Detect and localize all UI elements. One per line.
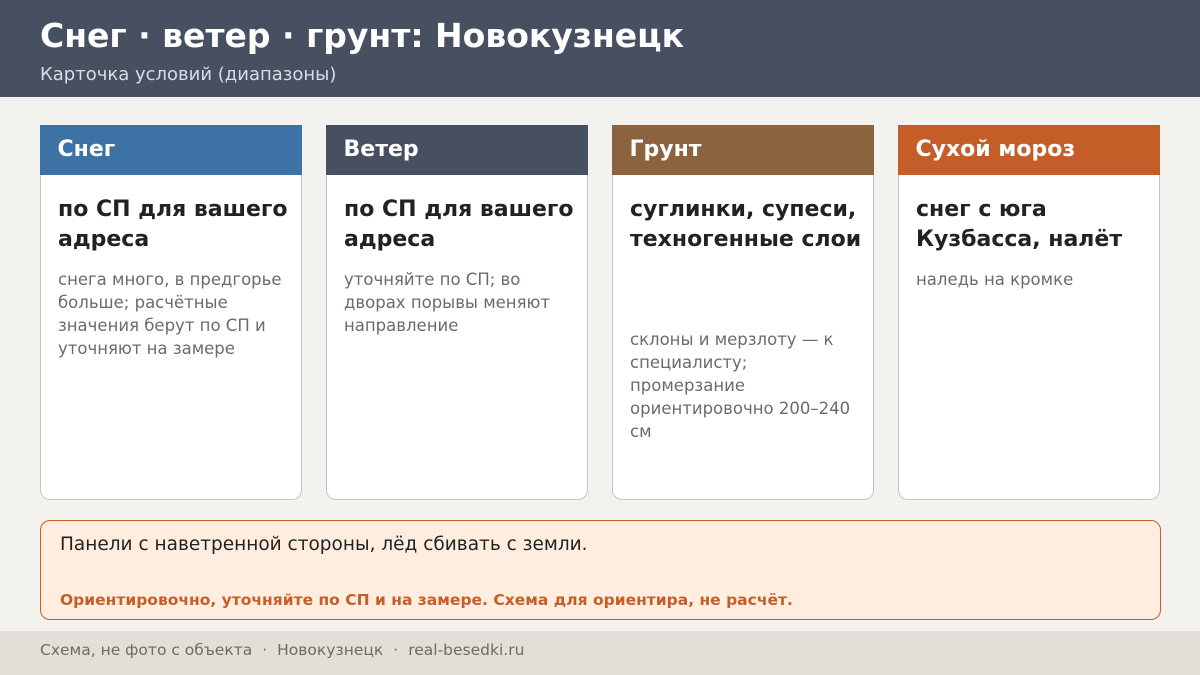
- card-wind-label: Ветер: [343, 137, 419, 162]
- card-wind: Ветер по СП для вашего адреса уточняйте …: [325, 125, 588, 500]
- card-dry-frost-header: Сухой мороз: [897, 125, 1160, 175]
- footer-bar: Схема, не фото с объекта · Новокузнецк · rea…: [0, 631, 1200, 675]
- disclaimer-text: Ориентировочно, уточняйте по СП и на зам…: [60, 591, 793, 609]
- card-wind-note: уточняйте по СП; во дворах порывы меняют…: [344, 270, 551, 335]
- page-subtitle: Карточка условий (диапазоны): [40, 64, 337, 85]
- card-dry-frost: Сухой мороз снег с юга Кузбасса, налёт н…: [897, 125, 1160, 500]
- footer-separator: ·: [393, 641, 399, 659]
- card-snow-note: снега много, в предгорье больше; расчётн…: [58, 270, 282, 358]
- advice-text: Панели с наветренной стороны, лёд сбиват…: [60, 534, 588, 555]
- header-bar: Снег · ветер · грунт: Новокузнецк Карточ…: [0, 0, 1200, 97]
- card-soil-value: суглинки, супеси, техногенные слои: [630, 197, 862, 252]
- card-snow-header: Снег: [39, 125, 302, 175]
- card-snow-value: по СП для вашего адреса: [58, 197, 288, 252]
- card-dry-frost-value: снег с юга Кузбасса, налёт: [916, 197, 1123, 252]
- card-soil-note: склоны и мерзлоту — к специалисту; проме…: [630, 330, 851, 441]
- footer-text: Схема, не фото с объекта · Новокузнецк · rea…: [40, 641, 524, 659]
- card-dry-frost-note: наледь на кромке: [916, 270, 1074, 289]
- card-snow: Снег по СП для вашего адреса снега много…: [39, 125, 302, 500]
- footer-separator: ·: [262, 641, 268, 659]
- footer-site-link[interactable]: real-besedki.ru: [408, 641, 524, 659]
- card-wind-value: по СП для вашего адреса: [344, 197, 574, 252]
- footer-disclaimer: Схема, не фото с объекта: [40, 641, 253, 659]
- card-soil: Грунт суглинки, супеси, техногенные слои…: [611, 125, 874, 500]
- advice-box: Панели с наветренной стороны, лёд сбиват…: [40, 520, 1161, 620]
- card-snow-label: Снег: [57, 137, 116, 162]
- footer-city: Новокузнецк: [277, 641, 384, 659]
- card-soil-label: Грунт: [629, 137, 702, 162]
- card-dry-frost-label: Сухой мороз: [915, 137, 1076, 162]
- card-wind-header: Ветер: [325, 125, 588, 175]
- page-title: Снег · ветер · грунт: Новокузнецк: [40, 16, 685, 55]
- card-soil-header: Грунт: [611, 125, 874, 175]
